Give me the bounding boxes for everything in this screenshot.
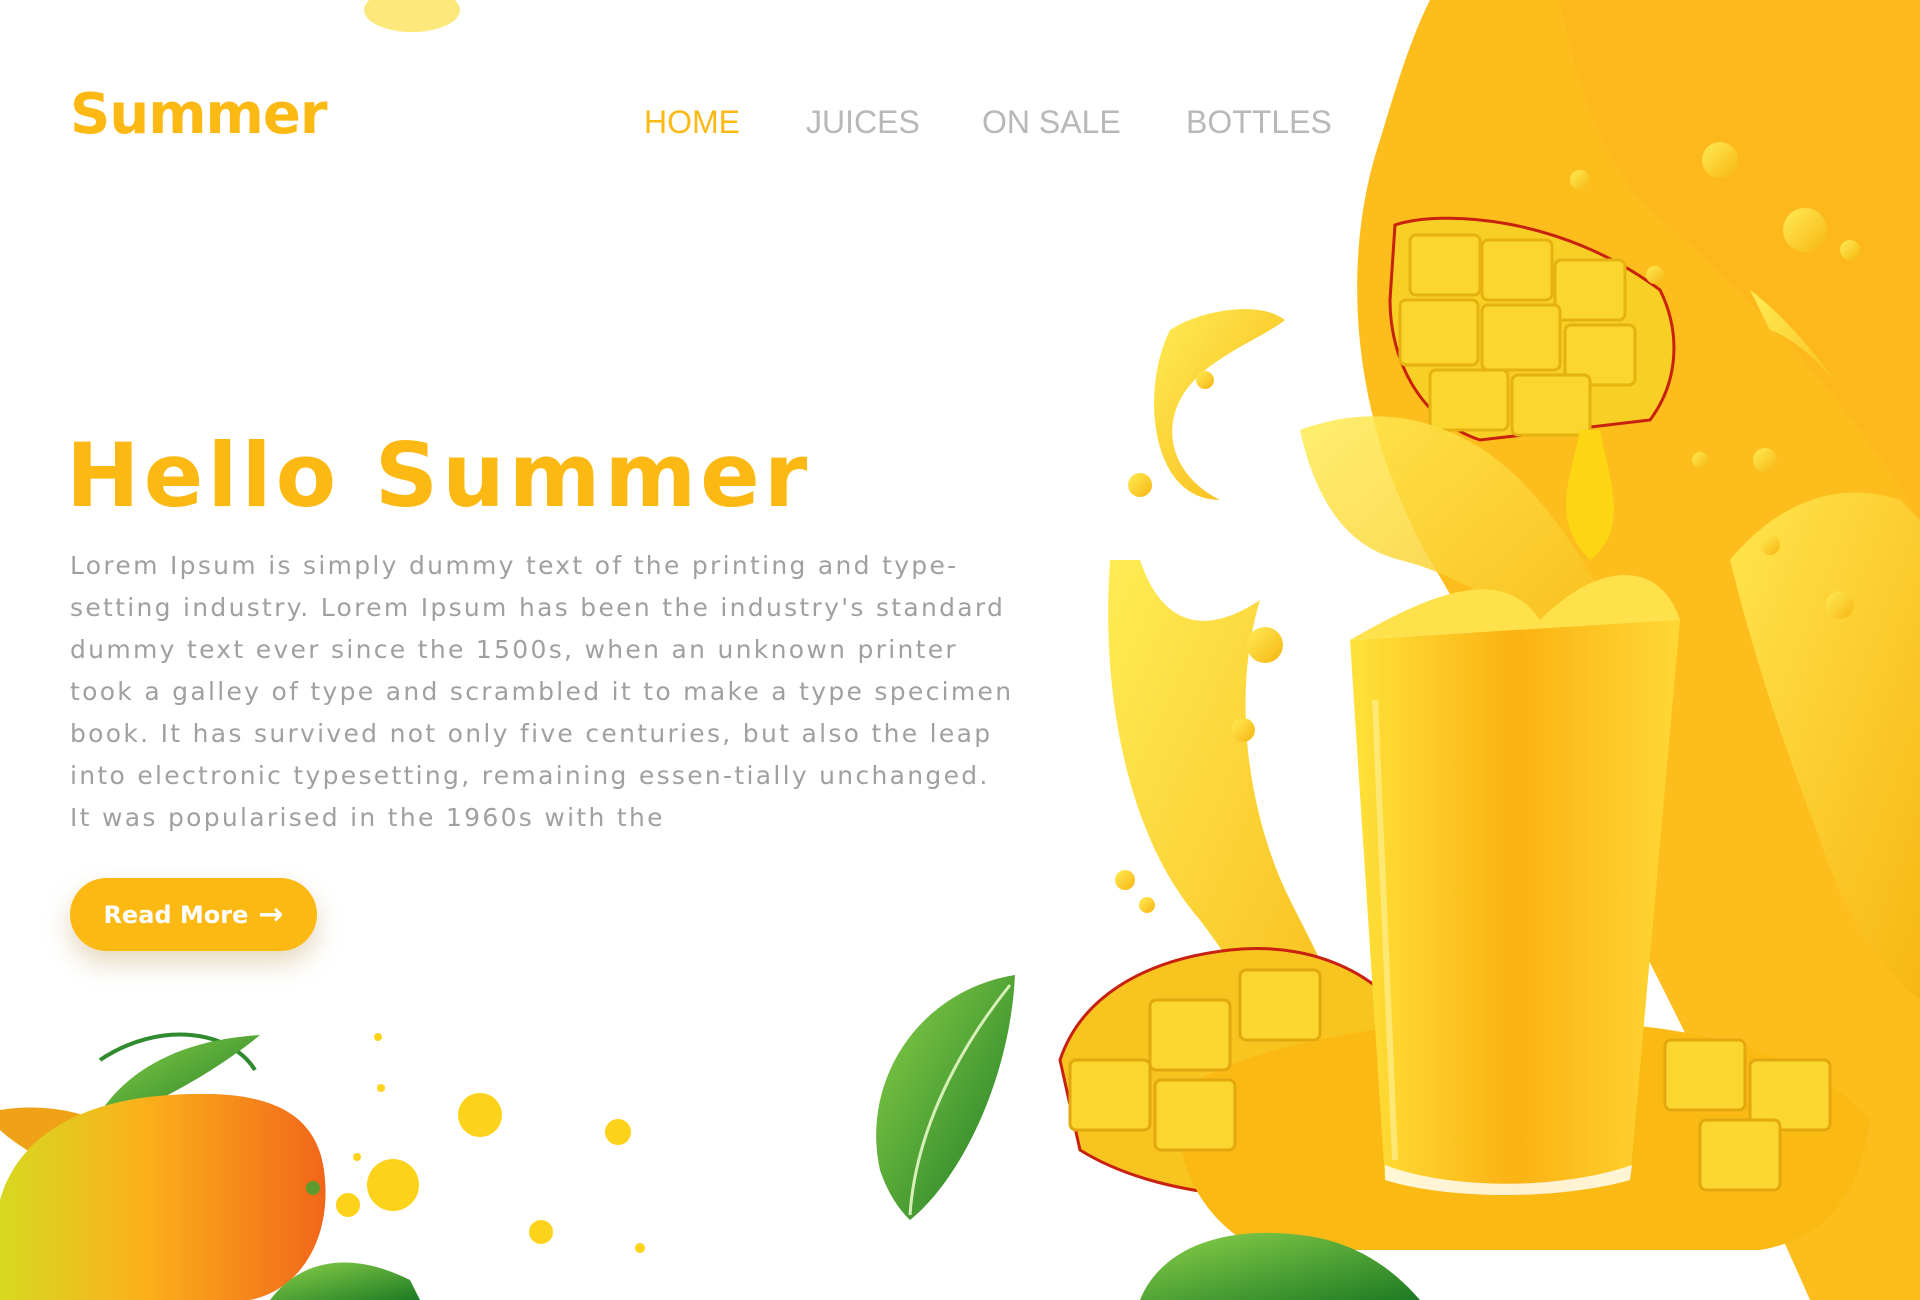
nav-item-home[interactable]: HOME: [644, 104, 740, 141]
mango-cubes-top: [1388, 216, 1676, 560]
leaf-bottom: [1140, 1232, 1420, 1300]
nav-item-bottles[interactable]: BOTTLES: [1186, 104, 1332, 141]
juice-glass: [1350, 575, 1680, 1195]
brand-logo[interactable]: Summer: [70, 82, 327, 147]
leaf: [876, 975, 1015, 1220]
read-more-button[interactable]: Read More →: [70, 878, 317, 951]
hero-description: Lorem Ipsum is simply dummy text of the …: [70, 551, 1014, 832]
nav-item-on-sale[interactable]: ON SALE: [982, 104, 1121, 141]
arrow-right-icon: →: [258, 896, 284, 932]
read-more-label: Read More: [103, 900, 249, 929]
mango: [0, 1032, 420, 1300]
juice-splash: [1108, 142, 1920, 1150]
nav-item-juices[interactable]: JUICES: [806, 104, 920, 141]
mango-cubes-bottom: [1058, 947, 1870, 1250]
juice-drops: [336, 1033, 645, 1253]
droplet: [364, 0, 460, 32]
hero-title: Hello Summer: [66, 424, 812, 527]
background-shape: [1357, 0, 1920, 1300]
